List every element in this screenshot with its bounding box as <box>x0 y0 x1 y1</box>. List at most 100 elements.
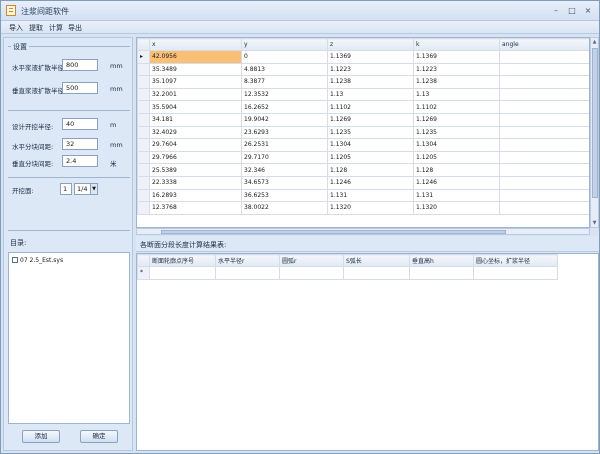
table-cell[interactable] <box>279 266 344 280</box>
column-header[interactable]: z <box>327 38 414 51</box>
table-cell[interactable] <box>499 50 589 64</box>
table-row[interactable]: ▸ 42.0956 0 1.1369 1.1369 <box>137 50 589 64</box>
coordinates-grid[interactable]: x y z k angle ▸ 42.0956 0 1.1369 1.1369 … <box>136 37 590 228</box>
excavation-radius-input[interactable]: 40 <box>62 118 98 130</box>
table-cell[interactable]: 16.2893 <box>149 188 242 203</box>
table-row[interactable]: 35.3489 4.8813 1.1223 1.1223 <box>137 62 589 77</box>
table-cell[interactable]: 1.1235 <box>327 125 414 140</box>
table-cell[interactable] <box>499 201 589 215</box>
table-cell[interactable] <box>409 266 474 280</box>
table-cell[interactable]: 1.128 <box>327 163 414 177</box>
table-cell[interactable]: 1.1102 <box>413 100 500 114</box>
table-cell[interactable]: 1.1246 <box>413 175 500 190</box>
chevron-down-icon[interactable]: ▼ <box>90 184 97 194</box>
table-cell[interactable]: 25.5389 <box>149 163 242 177</box>
table-cell[interactable]: 29.7170 <box>241 150 328 165</box>
table-cell[interactable]: 1.1238 <box>413 75 500 89</box>
table-cell[interactable] <box>499 112 589 127</box>
table-row[interactable]: 16.2893 36.6253 1.131 1.131 <box>137 188 589 203</box>
table-cell[interactable]: 1.1269 <box>413 112 500 127</box>
table-cell[interactable]: 35.3489 <box>149 62 242 77</box>
column-header[interactable]: 圆心坐标，扩浆半径 <box>473 254 558 267</box>
table-cell[interactable]: 1.131 <box>413 188 500 203</box>
table-row[interactable]: 29.7604 26.2531 1.1304 1.1304 <box>137 138 589 152</box>
v-radius-input[interactable]: 500 <box>62 82 98 94</box>
table-cell[interactable] <box>499 87 589 102</box>
table-cell[interactable]: 1.1304 <box>413 138 500 152</box>
checkbox[interactable] <box>12 257 18 263</box>
table-row[interactable]: 35.5904 16.2652 1.1102 1.1102 <box>137 100 589 114</box>
table-cell[interactable]: 32.2001 <box>149 87 242 102</box>
v-spacing-input[interactable]: 2.4 <box>62 155 98 167</box>
table-cell[interactable]: 32.4029 <box>149 125 242 140</box>
table-cell[interactable]: 1.13 <box>327 87 414 102</box>
table-cell[interactable]: 16.2652 <box>241 100 328 114</box>
table-cell[interactable]: 29.7604 <box>149 138 242 152</box>
table-cell[interactable] <box>499 75 589 89</box>
table-cell[interactable]: 1.1235 <box>413 125 500 140</box>
table-cell[interactable]: 35.5904 <box>149 100 242 114</box>
table-cell[interactable]: 1.1238 <box>327 75 414 89</box>
table-cell[interactable]: 1.1223 <box>413 62 500 77</box>
table-row[interactable]: 29.7966 29.7170 1.1205 1.1205 <box>137 150 589 165</box>
table-cell[interactable]: 35.1097 <box>149 75 242 89</box>
table-cell[interactable]: 12.3768 <box>149 201 242 215</box>
table-cell[interactable] <box>499 62 589 77</box>
table-cell[interactable]: 36.6253 <box>241 188 328 203</box>
menu-calculate[interactable]: 计算 <box>49 23 63 33</box>
column-header[interactable]: 水平半径r <box>215 254 280 267</box>
horizontal-scrollbar[interactable] <box>136 228 590 235</box>
column-header[interactable]: 圆弧r <box>279 254 344 267</box>
table-cell[interactable]: 8.3877 <box>241 75 328 89</box>
table-cell[interactable]: 4.8813 <box>241 62 328 77</box>
table-cell[interactable] <box>499 188 589 203</box>
table-row[interactable]: 32.4029 23.6293 1.1235 1.1235 <box>137 125 589 140</box>
table-cell[interactable]: 1.1369 <box>327 50 414 64</box>
table-cell[interactable]: 1.1320 <box>327 201 414 215</box>
menu-extract[interactable]: 提取 <box>29 23 43 33</box>
table-cell[interactable] <box>343 266 410 280</box>
h-radius-input[interactable]: 800 <box>62 59 98 71</box>
table-cell[interactable]: 1.1320 <box>413 201 500 215</box>
column-header[interactable]: x <box>149 38 242 51</box>
table-cell[interactable]: 42.0956 <box>149 50 242 64</box>
table-row[interactable]: 32.2001 12.3532 1.13 1.13 <box>137 87 589 102</box>
column-header[interactable]: angle <box>499 38 589 51</box>
table-row[interactable]: 25.5389 32.346 1.128 1.128 <box>137 163 589 177</box>
column-header[interactable]: k <box>413 38 500 51</box>
list-item[interactable]: 07 2.5_Est.sys <box>12 257 63 264</box>
table-cell[interactable] <box>215 266 280 280</box>
table-cell[interactable] <box>499 100 589 114</box>
results-grid[interactable]: 断面轮廓点序号 水平半径r 圆弧r S弧长 垂直高h 圆心坐标，扩浆半径 * <box>136 253 599 451</box>
minimize-icon[interactable]: – <box>549 5 563 16</box>
table-cell[interactable]: 1.131 <box>327 188 414 203</box>
table-cell[interactable]: 0 <box>241 50 328 64</box>
h-spacing-input[interactable]: 32 <box>62 138 98 150</box>
table-cell[interactable]: 19.9042 <box>241 112 328 127</box>
add-button[interactable]: 添加 <box>22 430 60 443</box>
menu-import[interactable]: 导入 <box>9 23 23 33</box>
maximize-icon[interactable]: □ <box>565 5 579 16</box>
table-cell[interactable]: 32.346 <box>241 163 328 177</box>
scroll-down-icon[interactable]: ▼ <box>591 219 598 227</box>
table-cell[interactable] <box>499 138 589 152</box>
table-row[interactable]: * <box>137 266 558 280</box>
scroll-thumb[interactable] <box>161 230 506 234</box>
table-cell[interactable]: 1.1304 <box>327 138 414 152</box>
table-cell[interactable]: 23.6293 <box>241 125 328 140</box>
table-cell[interactable]: 1.1205 <box>327 150 414 165</box>
table-cell[interactable]: 34.181 <box>149 112 242 127</box>
column-header[interactable]: 垂直高h <box>409 254 474 267</box>
table-row[interactable]: 22.3338 34.6573 1.1246 1.1246 <box>137 175 589 190</box>
table-cell[interactable] <box>499 175 589 190</box>
column-header[interactable]: 断面轮廓点序号 <box>149 254 216 267</box>
table-cell[interactable]: 12.3532 <box>241 87 328 102</box>
column-header[interactable]: S弧长 <box>343 254 410 267</box>
table-cell[interactable]: 1.1246 <box>327 175 414 190</box>
table-cell[interactable] <box>499 150 589 165</box>
table-cell[interactable]: 38.0022 <box>241 201 328 215</box>
scroll-thumb[interactable] <box>592 48 598 198</box>
file-list[interactable]: 07 2.5_Est.sys <box>8 252 130 424</box>
table-cell[interactable]: 34.6573 <box>241 175 328 190</box>
table-cell[interactable]: 29.7966 <box>149 150 242 165</box>
